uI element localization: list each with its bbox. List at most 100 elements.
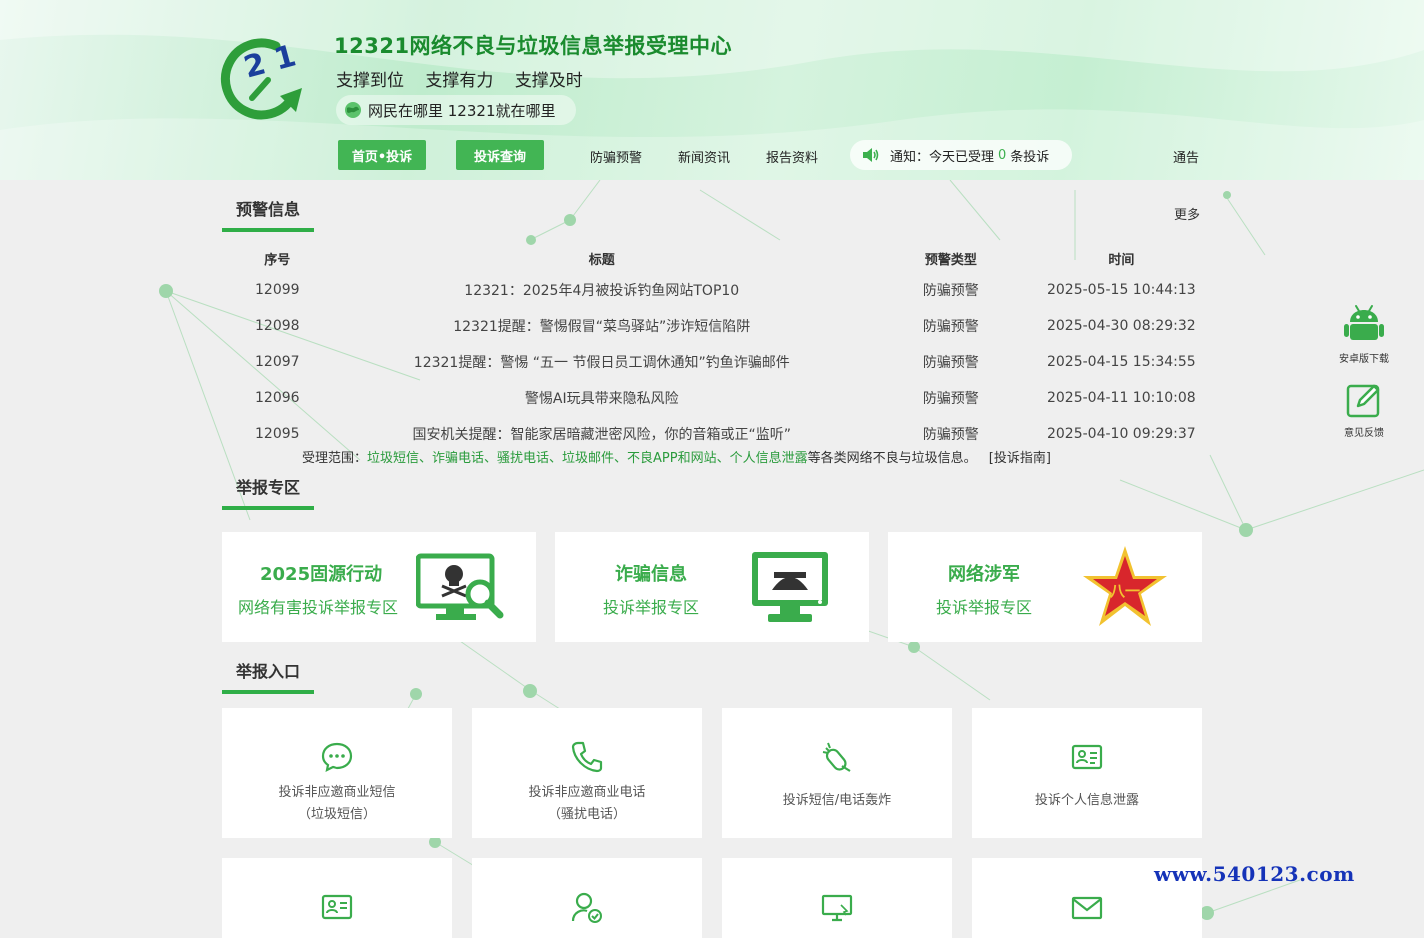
notice-prefix: 通知：今天已受理	[890, 149, 995, 165]
army-star-emblem-icon: 八一	[1083, 546, 1167, 626]
entry-label-line1: 投诉个人信息泄露	[1034, 793, 1139, 808]
row-id: 12098	[255, 318, 300, 334]
emblem-text: 八一	[1109, 582, 1140, 600]
site-title: 12321网络不良与垃圾信息举报受理中心	[334, 34, 733, 58]
motto-badge: 网民在哪里 12321就在哪里	[336, 95, 576, 125]
col-id: 序号	[264, 252, 291, 268]
id-card-icon	[321, 894, 353, 920]
scope-items: 垃圾短信、诈骗电话、骚扰电话、垃圾邮件、不良APP和网站、个人信息泄露	[367, 451, 808, 466]
entry-label-line2: （垃圾短信）	[297, 807, 376, 822]
entry-label: 投诉非应邀商业电话 （骚扰电话）	[528, 782, 645, 826]
feedback-label: 意见反馈	[1344, 428, 1384, 439]
col-time: 时间	[1108, 252, 1135, 268]
row-time: 2025-04-30 08:29:32	[1046, 318, 1196, 334]
nav-bulletin-link[interactable]: 通告	[1173, 147, 1199, 166]
zone-card-title: 网络涉军	[948, 564, 1020, 585]
warning-table: 序号 标题 预警类型 时间 12099 12321：2025年4月被投诉钓鱼网站…	[222, 244, 1212, 452]
row-type: 防骗预警	[922, 319, 979, 335]
scope-text: 受理范围：垃圾短信、诈骗电话、骚扰电话、垃圾邮件、不良APP和网站、个人信息泄露…	[302, 447, 1051, 466]
slogan-2: 支撑有力	[425, 71, 494, 91]
entry-label-line1: 投诉非应邀商业短信	[278, 785, 396, 800]
row-id: 12096	[255, 390, 300, 406]
android-download-button[interactable]: 安卓版下载	[1336, 302, 1392, 365]
envelope-icon	[1071, 896, 1103, 920]
scope-prefix: 受理范围：	[302, 451, 368, 466]
row-type: 防骗预警	[922, 355, 979, 371]
entry-label: 投诉非应邀商业短信 （垃圾短信）	[278, 782, 395, 826]
watermark-text: www.540123.com	[1154, 862, 1355, 886]
entry-row2-card-3[interactable]	[722, 858, 952, 938]
table-row[interactable]: 12096 警惕AI玩具带来隐私风险 防骗预警 2025-04-11 10:10…	[222, 380, 1212, 416]
entry-label: 投诉个人信息泄露	[1035, 790, 1139, 812]
slogan: 支撑到位 支撑有力 支撑及时	[336, 66, 599, 91]
row-time: 2025-05-15 10:44:13	[1046, 282, 1196, 298]
slogan-1: 支撑到位	[336, 71, 404, 91]
nav-query-button[interactable]: 投诉查询	[456, 140, 544, 170]
table-row[interactable]: 12098 12321提醒：警惕假冒“菜鸟驿站”涉诈短信陷阱 防骗预警 2025…	[222, 308, 1212, 344]
scope-suffix: 等各类网络不良与垃圾信息。	[807, 451, 977, 466]
feedback-button[interactable]: 意见反馈	[1336, 380, 1392, 439]
row-title-link[interactable]: 12321：2025年4月被投诉钓鱼网站TOP10	[333, 272, 871, 308]
table-row[interactable]: 12097 12321提醒：警惕 “五一 节假日员工调休通知”钓鱼诈骗邮件 防骗…	[222, 344, 1212, 380]
zone-card-guyuan[interactable]: 2025固源行动 网络有害投诉举报专区	[222, 532, 536, 642]
row-time: 2025-04-11 10:10:08	[1046, 390, 1196, 406]
entry-row2-card-1[interactable]	[222, 858, 452, 938]
entry-label-line1: 投诉非应邀商业电话	[528, 785, 646, 800]
entry-label: 投诉短信/电话轰炸	[783, 790, 891, 812]
globe-icon	[345, 102, 361, 118]
zone-card-title: 2025固源行动	[260, 564, 383, 585]
row-title-link[interactable]: 警惕AI玩具带来隐私风险	[333, 380, 871, 416]
report-zone-title: 举报专区	[222, 474, 314, 510]
site-header: 2 1 12321网络不良与垃圾信息举报受理中心 支撑到位 支撑有力 支撑及时 …	[0, 0, 1424, 180]
edit-icon	[1346, 384, 1380, 418]
zone-card-subtitle: 网络有害投诉举报专区	[238, 598, 399, 617]
row-type: 防骗预警	[922, 283, 979, 299]
zone-card-military[interactable]: 网络涉军 投诉举报专区 八一	[888, 532, 1202, 642]
nav-home-button[interactable]: 首页•投诉	[338, 140, 426, 170]
entry-spam-call[interactable]: 投诉非应邀商业电话 （骚扰电话）	[472, 708, 702, 838]
entry-spam-sms[interactable]: 投诉非应邀商业短信 （垃圾短信）	[222, 708, 452, 838]
warning-section-title: 预警信息	[222, 196, 314, 232]
skull-monitor-icon	[416, 553, 504, 620]
nav-reports-link[interactable]: 报告资料	[766, 147, 818, 166]
entry-label-line2: （骚扰电话）	[547, 807, 626, 822]
row-time: 2025-04-10 09:29:37	[1046, 426, 1196, 442]
hacker-monitor-icon	[752, 552, 828, 622]
row-title-link[interactable]: 12321提醒：警惕假冒“菜鸟驿站”涉诈短信陷阱	[333, 308, 871, 344]
entry-bombing[interactable]: 投诉短信/电话轰炸	[722, 708, 952, 838]
more-link[interactable]: 更多	[1174, 204, 1200, 223]
table-row[interactable]: 12099 12321：2025年4月被投诉钓鱼网站TOP10 防骗预警 202…	[222, 272, 1212, 308]
notice-suffix: 条投诉	[1010, 149, 1050, 165]
entry-privacy-leak[interactable]: 投诉个人信息泄露	[972, 708, 1202, 838]
user-check-icon	[571, 892, 602, 923]
table-header-row: 序号 标题 预警类型 时间	[222, 244, 1212, 272]
logo-icon[interactable]: 2 1	[218, 36, 304, 124]
zone-card-subtitle: 投诉举报专区	[603, 598, 700, 617]
row-id: 12097	[255, 354, 300, 370]
zone-card-subtitle: 投诉举报专区	[936, 598, 1033, 617]
android-download-label: 安卓版下载	[1339, 354, 1389, 365]
col-title: 标题	[588, 252, 615, 268]
nav-news-link[interactable]: 新闻资讯	[678, 147, 730, 166]
row-time: 2025-04-15 15:34:55	[1046, 354, 1196, 370]
nav-fraud-link[interactable]: 防骗预警	[590, 147, 642, 166]
col-type: 预警类型	[924, 252, 977, 268]
zone-card-fraud[interactable]: 诈骗信息 投诉举报专区	[555, 532, 869, 642]
complaint-guide-link[interactable]: [投诉指南]	[989, 451, 1051, 466]
notice-count: 0	[998, 147, 1007, 163]
notice-bar: 通知：今天已受理 0 条投诉	[850, 140, 1072, 170]
zone-card-title: 诈骗信息	[615, 564, 687, 585]
android-icon	[1344, 305, 1384, 340]
bomb-icon	[822, 742, 851, 772]
slogan-3: 支撑及时	[514, 71, 583, 91]
entry-row2-card-2[interactable]	[472, 858, 702, 938]
id-card-icon	[1071, 744, 1103, 770]
row-id: 12099	[255, 282, 300, 298]
entry-section-title: 举报入口	[222, 658, 314, 694]
entry-label-line1: 投诉短信/电话轰炸	[782, 793, 892, 808]
phone-icon	[571, 741, 603, 773]
row-type: 防骗预警	[922, 391, 979, 407]
speaker-icon	[863, 148, 879, 162]
row-title-link[interactable]: 12321提醒：警惕 “五一 节假日员工调休通知”钓鱼诈骗邮件	[333, 344, 871, 380]
chat-bubble-icon	[321, 742, 353, 772]
